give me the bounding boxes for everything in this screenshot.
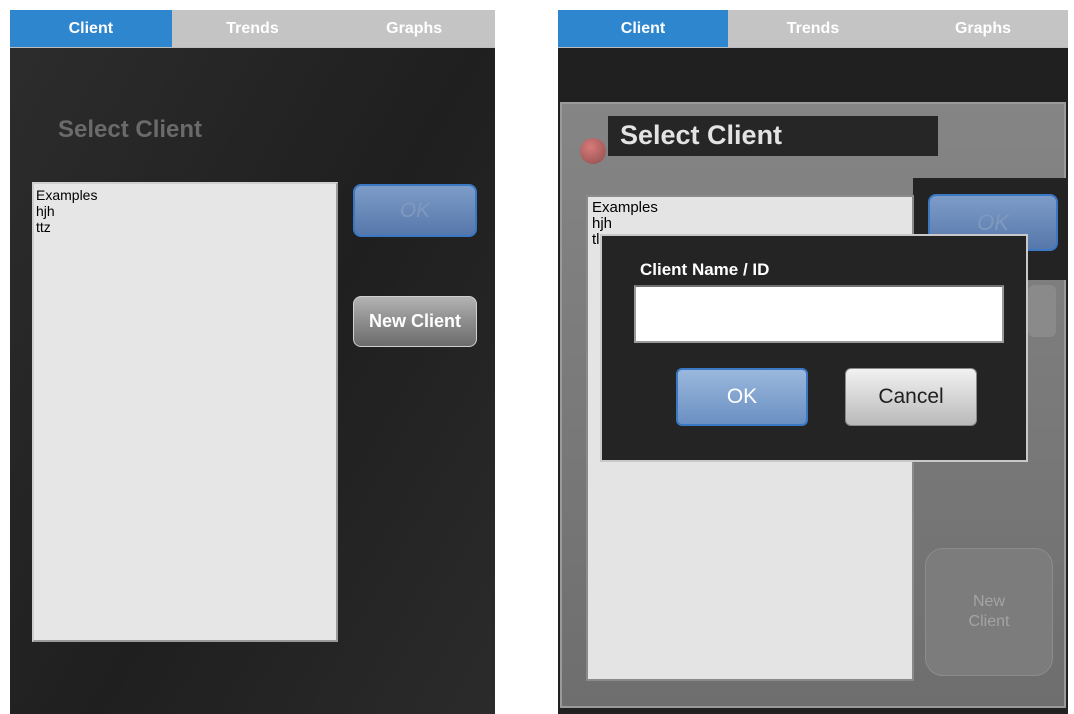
client-name-input[interactable] <box>634 285 1004 343</box>
page-title: Select Client <box>620 120 783 150</box>
page-title: Select Client <box>58 116 203 143</box>
new-client-dialog: Client Name / ID OK Cancel <box>600 234 1028 462</box>
list-item[interactable]: hjh <box>36 203 334 219</box>
hidden-button-edge <box>1028 285 1056 337</box>
client-screen-default: Client Trends Graphs Select Client Examp… <box>10 10 495 714</box>
tab-client[interactable]: Client <box>10 10 172 47</box>
tab-bar: Client Trends Graphs <box>10 10 495 48</box>
tab-graphs[interactable]: Graphs <box>333 10 495 47</box>
tab-trends[interactable]: Trends <box>728 10 898 47</box>
tab-client[interactable]: Client <box>558 10 728 47</box>
list-item[interactable]: ttz <box>36 219 334 235</box>
client-name-label: Client Name / ID <box>640 260 770 279</box>
dialog-cancel-button[interactable]: Cancel <box>845 368 977 426</box>
client-screen-with-dialog: Client Trends Graphs Select Client Examp… <box>558 10 1068 714</box>
list-item: Examples <box>592 199 658 216</box>
client-list[interactable]: Examples hjh ttz <box>32 182 338 642</box>
new-client-label-line2: Client <box>968 613 1010 630</box>
new-client-label-line1: New <box>972 593 1005 610</box>
list-item[interactable]: Examples <box>36 187 334 203</box>
ok-button[interactable]: OK <box>353 184 477 237</box>
list-item: hjh <box>592 215 613 232</box>
tab-trends[interactable]: Trends <box>171 10 334 47</box>
new-client-button[interactable]: New Client <box>353 296 477 347</box>
new-client-button: New Client <box>925 548 1053 676</box>
record-dot-icon <box>580 138 606 164</box>
tab-bar: Client Trends Graphs <box>558 10 1068 48</box>
dialog-ok-button[interactable]: OK <box>676 368 808 426</box>
tab-graphs[interactable]: Graphs <box>898 10 1068 47</box>
